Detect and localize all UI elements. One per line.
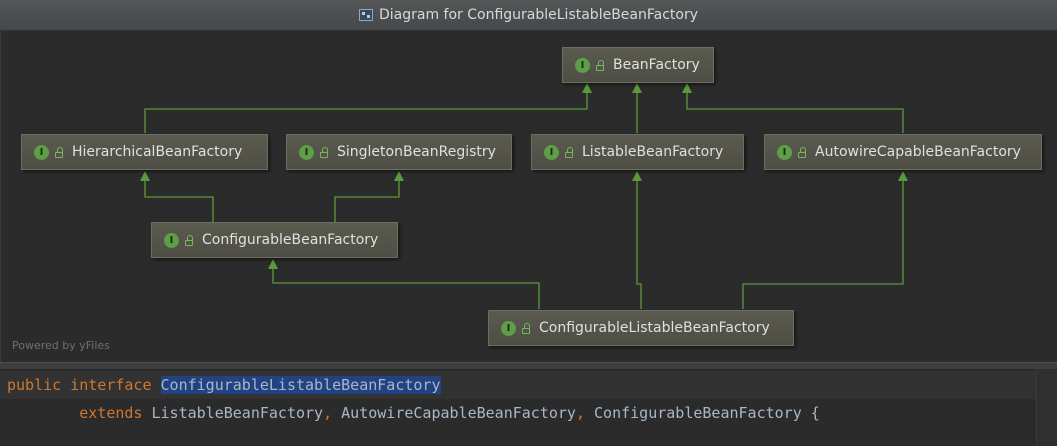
arrowhead-singleton	[394, 171, 404, 181]
node-label: ConfigurableBeanFactory	[202, 232, 379, 248]
edge-configurable-to-hierarchical	[144, 179, 214, 222]
powered-by-label: Powered by yFiles	[12, 339, 110, 352]
node-beanfactory[interactable]: I BeanFactory	[562, 47, 714, 83]
public-access-icon	[798, 146, 806, 158]
edge-configurable-to-singleton	[334, 179, 400, 222]
public-access-icon	[320, 146, 328, 158]
node-autowirecapablebeanfactory[interactable]: I AutowireCapableBeanFactory	[764, 134, 1042, 170]
node-hierarchicalbeanfactory[interactable]: I HierarchicalBeanFactory	[21, 134, 268, 170]
code-line-1[interactable]: public interface ConfigurableListableBea…	[0, 371, 1037, 399]
type-configurablebeanfactory: ConfigurableBeanFactory	[594, 404, 802, 422]
open-brace: {	[810, 404, 820, 422]
edge-clbf-to-listable	[636, 179, 642, 309]
interface-icon: I	[501, 320, 516, 336]
keyword-interface: interface	[70, 376, 152, 394]
node-label: HierarchicalBeanFactory	[72, 144, 243, 160]
type-listablebeanfactory: ListableBeanFactory	[151, 404, 324, 422]
node-label: AutowireCapableBeanFactory	[815, 144, 1021, 160]
keyword-extends: extends	[79, 404, 143, 422]
interface-icon: I	[299, 144, 314, 160]
diagram-title: Diagram for ConfigurableListableBeanFact…	[378, 7, 699, 23]
node-label: BeanFactory	[613, 57, 700, 73]
interface-icon: I	[575, 57, 590, 73]
arrowhead-autowire	[898, 171, 908, 181]
type-autowirecapablebeanfactory: AutowireCapableBeanFactory	[341, 404, 576, 422]
node-label: ListableBeanFactory	[582, 144, 724, 160]
diagram-title-bar: Diagram for ConfigurableListableBeanFact…	[0, 0, 1057, 31]
node-configurablelistablebeanfactory[interactable]: I ConfigurableListableBeanFactory	[488, 310, 794, 346]
public-access-icon	[185, 234, 193, 246]
arrowhead-hierarchical	[140, 171, 150, 181]
public-access-icon	[596, 59, 604, 71]
arrowhead-beanfactory-right	[682, 83, 692, 93]
arrowhead-listable	[632, 171, 642, 181]
node-label: ConfigurableListableBeanFactory	[539, 320, 770, 336]
interface-icon: I	[544, 144, 559, 160]
node-singletonbeanregistry[interactable]: I SingletonBeanRegistry	[286, 134, 512, 170]
code-line-2[interactable]: extends ListableBeanFactory, AutowireCap…	[0, 399, 1037, 427]
edge-autowire-to-beanfactory	[686, 91, 904, 133]
comma-1: ,	[323, 404, 333, 422]
arrowhead-configurable	[268, 259, 278, 269]
interface-icon: I	[34, 144, 49, 160]
arrowhead-beanfactory-mid	[632, 83, 642, 93]
public-access-icon	[565, 146, 573, 158]
comma-2: ,	[575, 404, 585, 422]
node-listablebeanfactory[interactable]: I ListableBeanFactory	[531, 134, 744, 170]
diagram-canvas[interactable]: I BeanFactory I HierarchicalBeanFactory …	[0, 31, 1057, 362]
editor-scrollbar-stripe[interactable]	[1036, 369, 1057, 446]
node-configurablebeanfactory[interactable]: I ConfigurableBeanFactory	[151, 222, 398, 258]
public-access-icon	[55, 146, 63, 158]
selected-identifier: ConfigurableListableBeanFactory	[160, 376, 441, 394]
node-label: SingletonBeanRegistry	[337, 144, 496, 160]
public-access-icon	[522, 322, 530, 334]
interface-icon: I	[164, 232, 179, 248]
code-editor[interactable]: public interface ConfigurableListableBea…	[0, 369, 1057, 446]
edge-hierarchical-to-beanfactory	[144, 91, 588, 133]
edge-clbf-to-configurable	[272, 267, 540, 309]
edge-clbf-to-autowire	[742, 179, 904, 309]
interface-icon: I	[777, 144, 792, 160]
panel-splitter[interactable]	[0, 362, 1057, 369]
arrowhead-beanfactory-left	[582, 83, 592, 93]
diagram-icon	[358, 9, 373, 21]
keyword-public: public	[7, 376, 62, 394]
